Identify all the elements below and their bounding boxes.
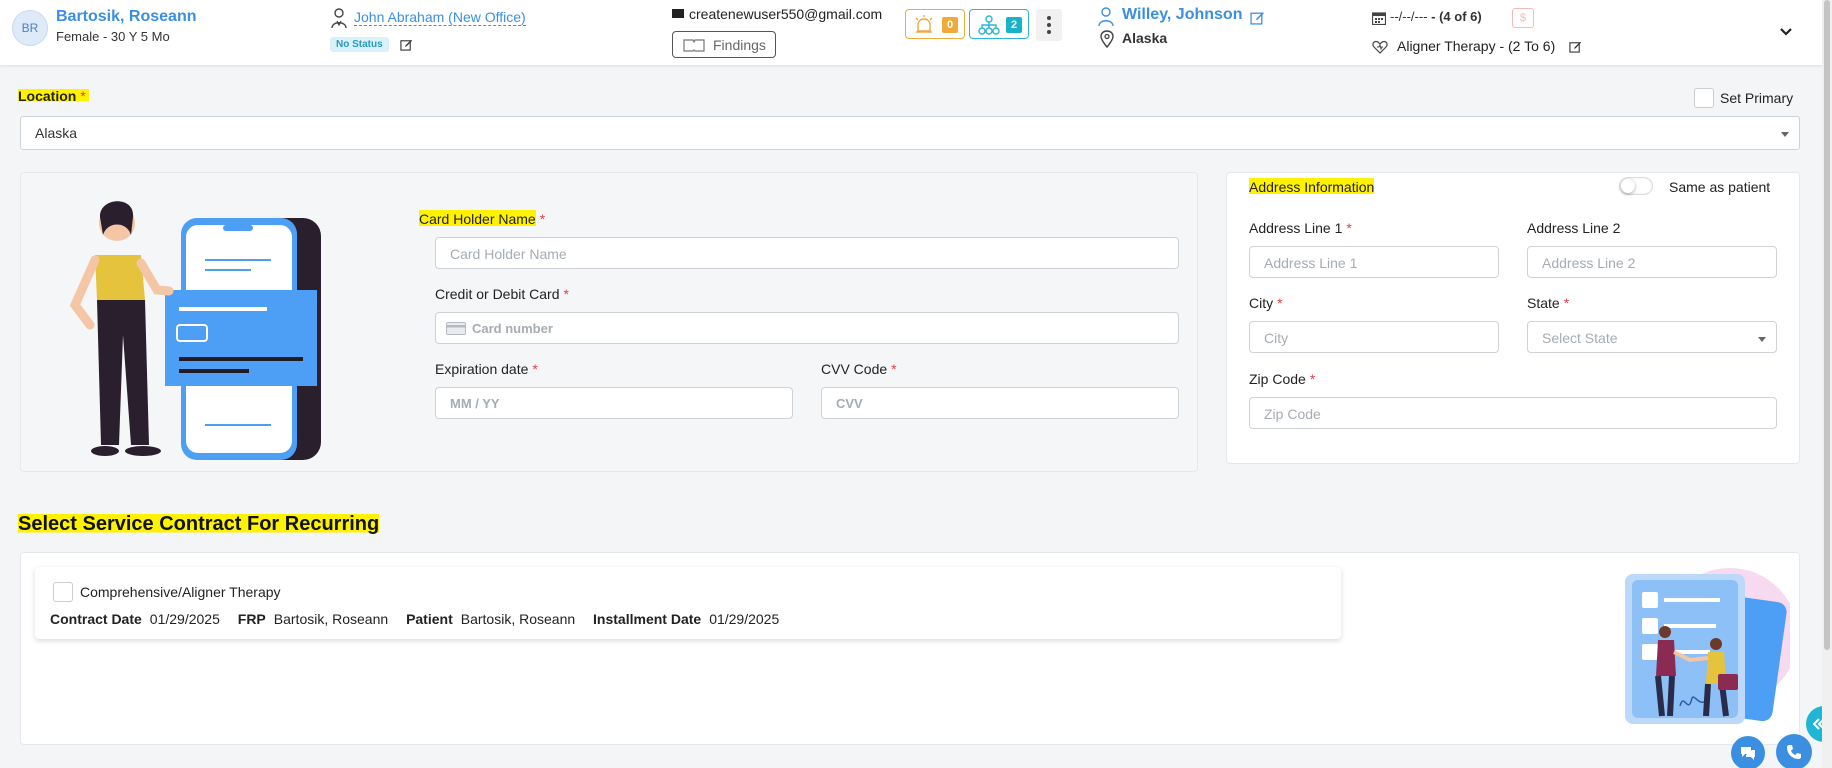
- cvv-label: CVV Code *: [821, 361, 897, 377]
- edit-status-icon[interactable]: [400, 38, 413, 51]
- same-as-patient-label: Same as patient: [1669, 179, 1771, 195]
- cvv-input[interactable]: CVV: [821, 387, 1179, 419]
- treatment-heart-icon: [1372, 40, 1388, 54]
- location-value: Alaska: [35, 125, 78, 141]
- city-input[interactable]: City: [1249, 321, 1499, 353]
- patient-header: BR Bartosik, Roseann Female - 30 Y 5 Mo …: [0, 0, 1822, 66]
- card-number-label: Credit or Debit Card *: [435, 286, 569, 302]
- billing-badge[interactable]: $: [1512, 8, 1534, 28]
- address-line1-input[interactable]: Address Line 1: [1249, 246, 1499, 278]
- patient-email: createnewuser550@gmail.com: [689, 6, 883, 22]
- address-title: Address Information: [1249, 177, 1375, 197]
- state-select[interactable]: Select State: [1527, 321, 1777, 353]
- contract-handshake-illustration: [1625, 568, 1790, 724]
- city-label: City *: [1249, 295, 1283, 311]
- calendar-icon: [1372, 12, 1386, 25]
- doctor-link[interactable]: John Abraham (New Office): [354, 9, 526, 26]
- address-line1-label: Address Line 1 *: [1249, 220, 1352, 236]
- edit-treatment-icon[interactable]: [1569, 40, 1582, 53]
- contract-card[interactable]: Comprehensive/Aligner Therapy Contract D…: [35, 567, 1341, 639]
- chevron-down-icon[interactable]: [1778, 23, 1794, 39]
- contract-checkbox[interactable]: [53, 582, 73, 602]
- card-details-panel: Card Holder Name * Card Holder Name Credi…: [20, 172, 1198, 472]
- same-as-patient-toggle[interactable]: [1619, 177, 1653, 195]
- avatar: BR: [12, 10, 48, 46]
- location-select[interactable]: Alaska: [20, 116, 1800, 150]
- contract-meta: Contract Date 01/29/2025 FRP Bartosik, Ros…: [50, 611, 780, 627]
- family-button[interactable]: 2: [969, 9, 1029, 39]
- doctor-icon: [331, 8, 347, 29]
- location-label: Location *: [18, 88, 89, 104]
- contract-name: Comprehensive/Aligner Therapy: [80, 584, 281, 600]
- person-phone-card-illustration: [69, 201, 321, 460]
- treatment-plan: Aligner Therapy - (2 To 6): [1397, 38, 1556, 54]
- page-scrollbar[interactable]: [1822, 0, 1832, 768]
- more-options-icon[interactable]: [1036, 9, 1062, 41]
- caret-down-icon: [1758, 337, 1766, 342]
- hierarchy-icon: [978, 15, 1000, 35]
- family-count: 2: [1006, 17, 1022, 33]
- location-pin-icon: [1100, 30, 1114, 48]
- contract-panel: Comprehensive/Aligner Therapy Contract D…: [20, 552, 1800, 745]
- card-holder-label: Card Holder Name *: [419, 209, 546, 229]
- alerts-button[interactable]: 0: [905, 9, 965, 39]
- findings-button[interactable]: Findings: [672, 31, 776, 58]
- zip-label: Zip Code *: [1249, 371, 1316, 387]
- set-primary-label: Set Primary: [1720, 90, 1794, 106]
- patient-name[interactable]: Bartosik, Roseann: [56, 8, 196, 26]
- address-panel: Address Information Same as patient Addr…: [1226, 172, 1800, 464]
- contract-section-title: Select Service Contract For Recurring: [18, 513, 380, 536]
- edit-provider-icon[interactable]: [1250, 10, 1265, 25]
- zip-input[interactable]: Zip Code: [1249, 397, 1777, 429]
- address-line2-label: Address Line 2: [1527, 220, 1621, 236]
- card-number-input[interactable]: Card number: [435, 312, 1179, 344]
- status-badge[interactable]: No Status: [330, 37, 389, 52]
- mail-icon: [672, 9, 684, 18]
- provider-name[interactable]: Willey, Johnson: [1122, 6, 1242, 24]
- alert-count: 0: [942, 17, 958, 33]
- expiration-input[interactable]: MM / YY: [435, 387, 793, 419]
- card-holder-input[interactable]: Card Holder Name: [435, 237, 1179, 269]
- expiration-label: Expiration date *: [435, 361, 538, 377]
- address-line2-input[interactable]: Address Line 2: [1527, 246, 1777, 278]
- set-primary-checkbox[interactable]: [1694, 88, 1714, 108]
- call-button[interactable]: [1776, 734, 1812, 768]
- appointment-count: - (4 of 6): [1427, 9, 1482, 24]
- patient-demographics: Female - 30 Y 5 Mo: [56, 29, 170, 44]
- alarm-icon: [915, 15, 933, 33]
- chat-button[interactable]: [1731, 736, 1765, 768]
- chat-icon: [1741, 747, 1755, 760]
- state-label: State *: [1527, 295, 1570, 311]
- book-icon: [683, 38, 705, 52]
- appointment-info: --/--/--- - (4 of 6): [1390, 9, 1482, 24]
- credit-card-icon: [446, 322, 466, 335]
- appointment-date: --/--/---: [1390, 9, 1428, 24]
- provider-icon: [1098, 7, 1114, 27]
- phone-icon: [1787, 745, 1801, 759]
- findings-label: Findings: [713, 36, 766, 53]
- provider-location: Alaska: [1122, 30, 1168, 46]
- caret-down-icon: [1781, 132, 1789, 137]
